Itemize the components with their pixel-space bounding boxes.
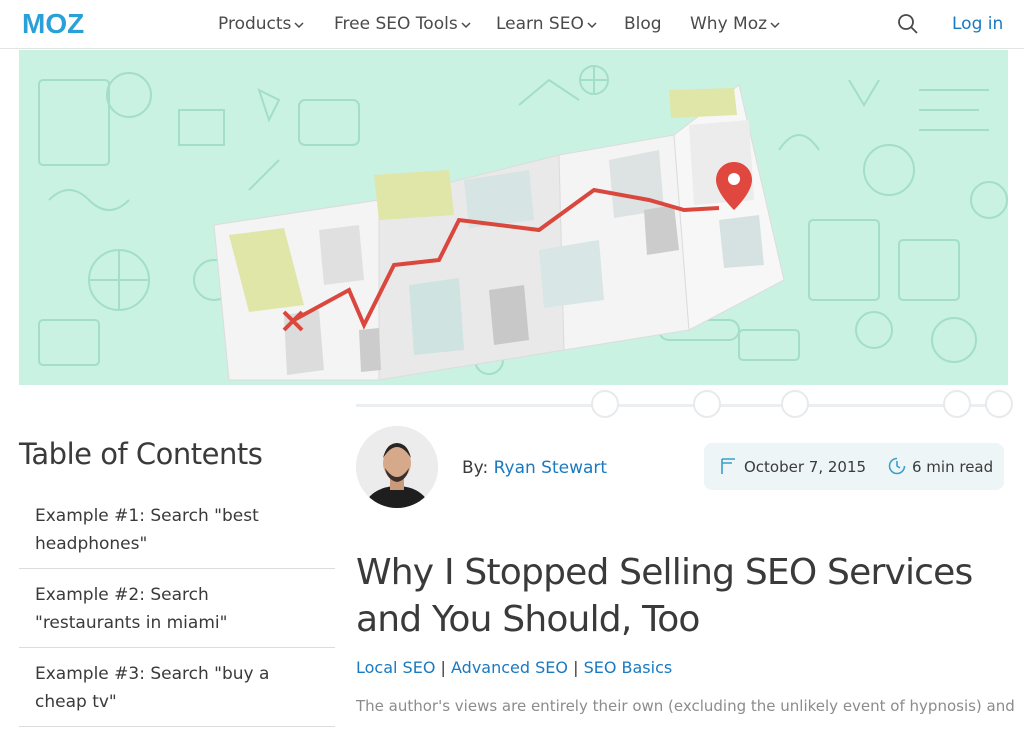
clock-icon xyxy=(888,457,906,475)
progress-dot[interactable] xyxy=(781,390,809,418)
toc-title: Table of Contents xyxy=(19,437,263,471)
progress-dot[interactable] xyxy=(591,390,619,418)
nav-free-seo-tools[interactable]: Free SEO Tools xyxy=(334,14,471,34)
toc-item[interactable]: Example #3: Search "buy a cheap tv" xyxy=(19,648,335,727)
chevron-down-icon xyxy=(461,14,471,34)
article-title: Why I Stopped Selling SEO Services and Y… xyxy=(356,552,973,640)
author-byline: By: Ryan Stewart xyxy=(462,458,607,478)
progress-dot[interactable] xyxy=(693,390,721,418)
toc-item[interactable]: Example #2: Search "restaurants in miami… xyxy=(19,569,335,648)
tag-link[interactable]: SEO Basics xyxy=(584,658,673,677)
author-disclaimer: The author's views are entirely their ow… xyxy=(356,697,1016,715)
tag-separator: | xyxy=(440,658,446,677)
calendar-flag-icon xyxy=(721,458,735,474)
nav-blog-label: Blog xyxy=(624,14,662,34)
nav-why-moz[interactable]: Why Moz xyxy=(690,14,780,34)
search-icon[interactable] xyxy=(897,13,919,35)
progress-dot[interactable] xyxy=(943,390,971,418)
article-tags: Local SEO | Advanced SEO | SEO Basics xyxy=(356,658,672,677)
nav-blog[interactable]: Blog xyxy=(624,14,662,34)
login-link[interactable]: Log in xyxy=(952,14,1003,34)
toc-list: Example #1: Search "best headphones" Exa… xyxy=(19,490,335,727)
article-meta: October 7, 2015 6 min read xyxy=(704,443,1004,490)
nav-products-label: Products xyxy=(218,14,292,34)
nav-why-moz-label: Why Moz xyxy=(690,14,768,34)
nav-learn-seo-label: Learn SEO xyxy=(496,14,584,34)
publish-date: October 7, 2015 xyxy=(744,458,867,476)
author-name-link[interactable]: Ryan Stewart xyxy=(494,458,607,478)
reading-progress-track xyxy=(356,404,1011,407)
moz-logo[interactable]: MOZ xyxy=(22,8,112,38)
chevron-down-icon xyxy=(770,14,780,34)
chevron-down-icon xyxy=(294,14,304,34)
tag-separator: | xyxy=(573,658,579,677)
read-time: 6 min read xyxy=(912,458,994,476)
tag-link[interactable]: Advanced SEO xyxy=(451,658,568,677)
nav-learn-seo[interactable]: Learn SEO xyxy=(496,14,597,34)
moz-logo-text: MOZ xyxy=(22,8,84,38)
chevron-down-icon xyxy=(587,14,597,34)
hero-banner xyxy=(19,50,1008,385)
progress-dot[interactable] xyxy=(985,390,1013,418)
tag-link[interactable]: Local SEO xyxy=(356,658,435,677)
nav-products[interactable]: Products xyxy=(218,14,304,34)
nav-free-seo-tools-label: Free SEO Tools xyxy=(334,14,458,34)
toc-item[interactable]: Example #1: Search "best headphones" xyxy=(19,490,335,569)
author-avatar[interactable] xyxy=(356,426,438,508)
map-route-illustration xyxy=(38,65,1008,381)
top-navigation-bar: MOZ Products Free SEO Tools Learn SEO Bl… xyxy=(0,0,1024,49)
byline-label: By: xyxy=(462,458,489,478)
